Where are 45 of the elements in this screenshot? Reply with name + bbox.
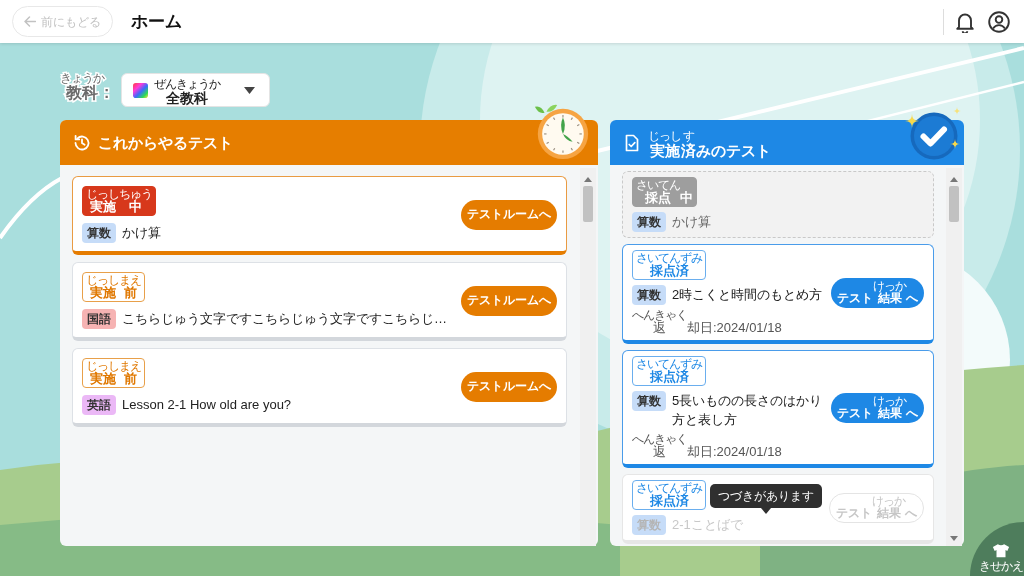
scrollbar-thumb[interactable] <box>583 186 593 222</box>
panel-title: これからやるテスト <box>98 134 233 151</box>
subject-label: きょうか 教科 : <box>60 70 110 103</box>
test-title: 2時こくと時間のもとめ方 <box>672 286 824 304</box>
status-badge: さいてんずみ 採点済 <box>632 356 706 386</box>
subject-tag: 国語 <box>82 309 116 329</box>
return-date: へんきゃく 返 却日:2024/01/18 <box>632 308 782 335</box>
status-badge: じっし まえ 実施 前 <box>82 272 145 302</box>
scrollbar-thumb[interactable] <box>949 186 959 222</box>
result-button[interactable]: テストルームへ <box>461 199 557 230</box>
subject-tag: 算数 <box>82 223 116 243</box>
subject-tag: 算数 <box>632 212 666 232</box>
tooltip: つづきがあります <box>710 484 822 514</box>
arrow-left-icon <box>24 16 36 27</box>
subject-tag: 算数 <box>632 515 666 535</box>
panel-title: じっし す 実施済みのテスト <box>648 128 771 159</box>
page-title: ホーム <box>131 10 182 33</box>
test-title: Lesson 2-1 How old are you? <box>122 396 292 414</box>
history-icon <box>73 133 91 152</box>
scroll-up-icon[interactable] <box>950 177 958 182</box>
caret-down-icon <box>244 86 256 94</box>
status-badge: さいてんずみ 採点済 <box>632 480 706 510</box>
subject-dropdown[interactable]: ぜんきょうか 全教科 <box>121 73 271 107</box>
test-title: かけ算 <box>672 213 712 231</box>
subject-tag: 算数 <box>632 285 666 305</box>
document-check-icon <box>623 133 641 152</box>
status-badge: さいてんずみ 採点済 <box>632 250 706 280</box>
status-badge: じっしちゅう 実施 中 <box>82 186 156 216</box>
account-icon[interactable] <box>988 10 1010 33</box>
return-date: へんきゃく 返 却日:2024/01/18 <box>632 432 782 459</box>
test-title: かけ算 <box>122 224 161 242</box>
result-button[interactable]: テストルームへ <box>461 285 557 316</box>
status-badge: さいてん 採点 中 <box>632 177 697 207</box>
shirt-icon <box>992 543 1010 558</box>
result-button[interactable]: テストルームへ <box>461 371 557 402</box>
result-button[interactable]: けっか テスト 結果 へ <box>831 392 924 423</box>
scroll-up-icon[interactable] <box>584 177 592 182</box>
color-square-icon <box>133 82 149 98</box>
test-title: こちらじゅう文字ですこちらじゅう文字ですこちらじ… <box>122 310 447 328</box>
result-button[interactable]: けっか テスト 結果 へ <box>831 277 924 308</box>
scroll-down-icon[interactable] <box>950 536 958 541</box>
subject-tag: 算数 <box>632 391 666 411</box>
test-title: 5長いものの長さのはかり方と表し方 <box>672 392 824 429</box>
subject-tag: 英語 <box>82 395 116 415</box>
status-badge: じっし まえ 実施 前 <box>82 358 145 388</box>
